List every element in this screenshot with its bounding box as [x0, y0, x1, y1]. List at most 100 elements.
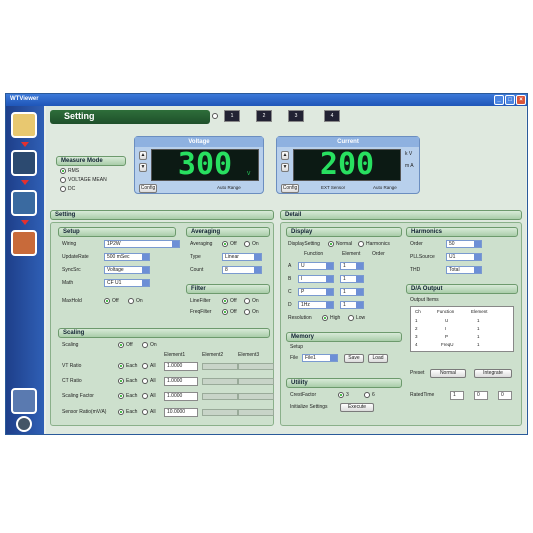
setting-icon[interactable]: [11, 150, 37, 176]
execute-button[interactable]: Execute: [340, 403, 374, 412]
resolution-high-radio[interactable]: [322, 315, 328, 321]
output-items-label: Output Items: [410, 297, 439, 303]
mode-vmean-radio[interactable]: [60, 177, 66, 183]
page-title: Setting: [50, 110, 210, 124]
crest-6-radio[interactable]: [364, 392, 370, 398]
thd-label: THD: [410, 267, 421, 273]
title-bar: WTViewer _ □ ×: [6, 94, 527, 106]
maximize-icon[interactable]: □: [505, 95, 515, 105]
ct-ratio-input[interactable]: 1.0000: [164, 377, 198, 386]
measure-icon[interactable]: [11, 190, 37, 216]
preset-integrate-button[interactable]: Integrate: [474, 369, 512, 378]
display-setting-label: DisplaySetting: [288, 241, 320, 247]
sf-all-radio[interactable]: [142, 393, 148, 399]
row-a-element[interactable]: 1: [340, 262, 364, 270]
vt-ratio-input[interactable]: 1.0000: [164, 362, 198, 371]
element-chip-1[interactable]: 1: [224, 110, 240, 122]
sync-src-label: SyncSrc: [62, 267, 81, 273]
row-c-element[interactable]: 1: [340, 288, 364, 296]
preset-normal-button[interactable]: Normal: [430, 369, 466, 378]
voltage-auto-range[interactable]: Auto Range: [217, 185, 241, 190]
ct-all-radio[interactable]: [142, 378, 148, 384]
math-select[interactable]: CF U1: [104, 279, 150, 287]
rated-sec-input[interactable]: 0: [498, 391, 512, 400]
row-d-function[interactable]: 1Hz: [298, 301, 334, 309]
sensor-ratio-input[interactable]: 10.0000: [164, 408, 198, 417]
mode-dc-radio[interactable]: [60, 186, 66, 192]
ct-ratio-label: CT Ratio: [62, 378, 82, 384]
element-chip-3[interactable]: 3: [288, 110, 304, 122]
file-select[interactable]: File1: [302, 354, 338, 362]
wiring-select[interactable]: 1P2W: [104, 240, 180, 248]
ct-each-radio[interactable]: [118, 378, 124, 384]
rated-hour-input[interactable]: 1: [450, 391, 464, 400]
home-icon[interactable]: [11, 112, 37, 138]
current-range-up-icon[interactable]: ▲: [281, 151, 289, 160]
current-range-down-icon[interactable]: ▼: [281, 163, 289, 172]
sf-each-radio[interactable]: [118, 393, 124, 399]
row-b-element[interactable]: 1: [340, 275, 364, 283]
header-radio[interactable]: [212, 113, 218, 119]
row-c-function[interactable]: P: [298, 288, 334, 296]
report-icon[interactable]: [11, 230, 37, 256]
maxhold-off-radio[interactable]: [104, 298, 110, 304]
help-icon[interactable]: [16, 416, 32, 432]
current-auto-range[interactable]: Auto Range: [373, 185, 397, 190]
da-row-ch: 1: [415, 318, 418, 323]
freq-filter-off-radio[interactable]: [222, 309, 228, 315]
vt-each-radio[interactable]: [118, 363, 124, 369]
scaling-factor-input[interactable]: 1.0000: [164, 392, 198, 401]
averaging-on-label: On: [252, 241, 259, 247]
da-row-fn: P: [445, 334, 449, 339]
mode-rms-radio[interactable]: [60, 168, 66, 174]
load-button[interactable]: Load: [368, 354, 388, 363]
maxhold-on-radio[interactable]: [128, 298, 134, 304]
type-select[interactable]: Linear: [222, 253, 262, 261]
update-rate-label: UpdateRate: [62, 254, 89, 260]
sr-all-label: All: [150, 409, 156, 415]
range-up-icon[interactable]: ▲: [139, 151, 147, 160]
element-chip-2[interactable]: 2: [256, 110, 272, 122]
ct-each-label: Each: [126, 378, 138, 384]
sr-all-radio[interactable]: [142, 409, 148, 415]
vt-all-radio[interactable]: [142, 363, 148, 369]
order-select[interactable]: 50: [446, 240, 482, 248]
row-d-element[interactable]: 1: [340, 301, 364, 309]
resolution-low-radio[interactable]: [348, 315, 354, 321]
output-items-table[interactable]: Ch Function Element 1 U 1 2 I 1 3 P 1 4 …: [410, 306, 514, 352]
row-b-function[interactable]: I: [298, 275, 334, 283]
scaling-off-radio[interactable]: [118, 342, 124, 348]
averaging-off-radio[interactable]: [222, 241, 228, 247]
freq-filter-on-radio[interactable]: [244, 309, 250, 315]
save-button[interactable]: Save: [344, 354, 364, 363]
sr-each-radio[interactable]: [118, 409, 124, 415]
element2-header: Element2: [202, 352, 224, 358]
display-harmonics-radio[interactable]: [358, 241, 364, 247]
line-filter-off-radio[interactable]: [222, 298, 228, 304]
thd-select[interactable]: Total: [446, 266, 482, 274]
ct-all-label: All: [150, 378, 156, 384]
row-a-function[interactable]: U: [298, 262, 334, 270]
memory-title: Memory: [286, 332, 402, 342]
ext-sensor-check[interactable]: EXT Sensor: [321, 185, 345, 190]
current-config-button[interactable]: Config: [281, 184, 299, 193]
save-icon[interactable]: [11, 388, 37, 414]
pll-source-select[interactable]: U1: [446, 253, 482, 261]
detail-section-title: Detail: [280, 210, 522, 220]
minimize-icon[interactable]: _: [494, 95, 504, 105]
averaging-title: Averaging: [186, 227, 270, 237]
crest-3-radio[interactable]: [338, 392, 344, 398]
scaling-on-radio[interactable]: [142, 342, 148, 348]
count-select[interactable]: 8: [222, 266, 262, 274]
update-rate-select[interactable]: 500 mSec: [104, 253, 150, 261]
display-normal-radio[interactable]: [328, 241, 334, 247]
averaging-on-radio[interactable]: [244, 241, 250, 247]
line-filter-on-radio[interactable]: [244, 298, 250, 304]
close-icon[interactable]: ×: [516, 95, 526, 105]
range-down-icon[interactable]: ▼: [139, 163, 147, 172]
element-chip-4[interactable]: 4: [324, 110, 340, 122]
voltage-config-button[interactable]: Config: [139, 184, 157, 193]
element3-header: Element3: [238, 352, 260, 358]
rated-min-input[interactable]: 0: [474, 391, 488, 400]
sync-src-select[interactable]: Voltage: [104, 266, 150, 274]
